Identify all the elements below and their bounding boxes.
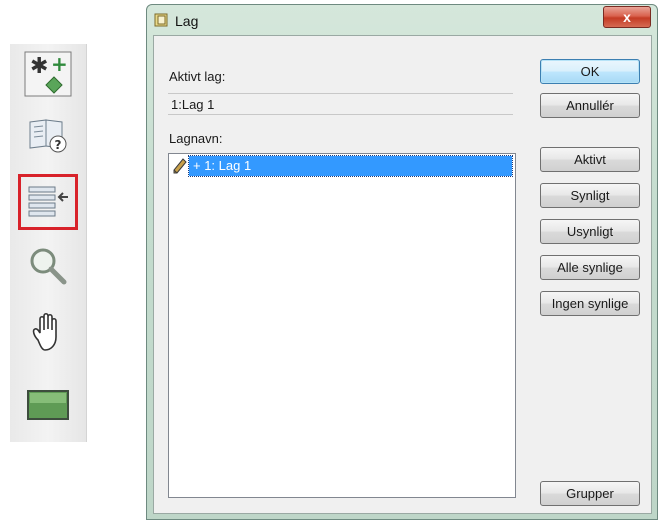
add-shape-button[interactable]: ✱ +	[20, 48, 76, 100]
title-bar[interactable]: Lag x	[147, 5, 657, 35]
app-icon	[154, 13, 168, 27]
close-button[interactable]: x	[603, 6, 651, 28]
dialog-body: Aktivt lag: 1:Lag 1 Lagnavn: + 1: Lag 1 …	[153, 35, 652, 514]
invisible-button[interactable]: Usynligt	[540, 219, 640, 244]
active-button[interactable]: Aktivt	[540, 147, 640, 172]
tool-strip: ✱ + ?	[10, 44, 87, 442]
add-shape-icon: ✱ +	[24, 51, 72, 97]
map-view-icon	[27, 390, 69, 420]
svg-text:✱: ✱	[30, 54, 48, 79]
layers-button[interactable]	[18, 174, 78, 230]
pencil-icon	[171, 157, 189, 175]
zoom-icon	[30, 248, 67, 285]
all-visible-button[interactable]: Alle synlige	[540, 255, 640, 280]
layer-name: + 1: Lag 1	[188, 155, 513, 177]
svg-text:+: +	[51, 52, 68, 76]
none-visible-button[interactable]: Ingen synlige	[540, 291, 640, 316]
help-book-icon: ?	[29, 119, 67, 153]
list-item[interactable]: + 1: Lag 1	[171, 155, 513, 177]
cancel-button[interactable]: Annullér	[540, 93, 640, 118]
zoom-button[interactable]	[20, 240, 76, 292]
layers-icon	[28, 186, 68, 217]
ok-button[interactable]: OK	[540, 59, 640, 84]
active-layer-value: 1:Lag 1	[168, 93, 513, 115]
active-layer-label: Aktivt lag:	[169, 69, 226, 84]
map-view-button[interactable]	[20, 380, 76, 432]
pan-hand-icon	[32, 312, 57, 351]
help-book-button[interactable]: ?	[20, 108, 76, 160]
layer-list[interactable]: + 1: Lag 1	[168, 153, 516, 498]
layer-names-label: Lagnavn:	[169, 131, 223, 146]
svg-text:?: ?	[55, 138, 62, 152]
dialog-title: Lag	[175, 13, 199, 29]
close-icon: x	[623, 9, 631, 25]
groups-button[interactable]: Grupper	[540, 481, 640, 506]
pan-button[interactable]	[20, 306, 76, 358]
layer-dialog: Lag x Aktivt lag: 1:Lag 1 Lagnavn: + 1: …	[146, 4, 658, 520]
visible-button[interactable]: Synligt	[540, 183, 640, 208]
